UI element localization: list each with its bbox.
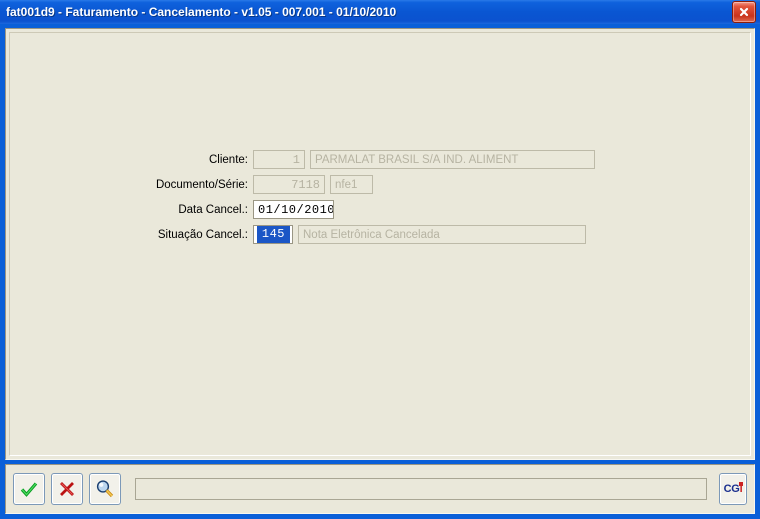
confirm-button[interactable] (13, 473, 45, 505)
cgi-logo: CGi (723, 482, 744, 495)
cgi-logo-dot (739, 482, 744, 486)
label-situacao-cancel: Situação Cancel.: (157, 228, 248, 241)
input-situacao-codigo[interactable]: 145 (253, 225, 293, 244)
main-panel-inner: Cliente: 1 PARMALAT BRASIL S/A IND. ALIM… (9, 32, 751, 456)
cancel-button[interactable] (51, 473, 83, 505)
input-situacao-descricao: Nota Eletrônica Cancelada (298, 225, 586, 244)
input-documento-serie[interactable]: nfe1 (330, 175, 373, 194)
search-button[interactable] (89, 473, 121, 505)
window-title: fat001d9 - Faturamento - Cancelamento - … (6, 5, 397, 19)
close-button[interactable] (732, 1, 756, 23)
window-body: Cliente: 1 PARMALAT BRASIL S/A IND. ALIM… (0, 24, 760, 519)
cgi-brand-button[interactable]: CGi (719, 473, 747, 505)
form-row-documento: Documento/Série: 7118 nfe1 (10, 172, 750, 197)
x-icon (57, 479, 77, 499)
input-data-cancel[interactable]: 01/10/2010 (253, 200, 334, 219)
label-data-cancel: Data Cancel.: (178, 203, 248, 216)
main-panel: Cliente: 1 PARMALAT BRASIL S/A IND. ALIM… (5, 28, 755, 460)
label-cliente: Cliente: (209, 153, 248, 166)
input-documento-numero[interactable]: 7118 (253, 175, 325, 194)
cgi-logo-cg: CG (723, 483, 740, 495)
magnifier-icon (95, 479, 115, 499)
check-icon (19, 479, 39, 499)
form-row-data-cancel: Data Cancel.: 01/10/2010 (10, 197, 750, 222)
application-window: fat001d9 - Faturamento - Cancelamento - … (0, 0, 760, 519)
input-cliente-nome: PARMALAT BRASIL S/A IND. ALIMENT (310, 150, 595, 169)
form-row-situacao-cancel: Situação Cancel.: 145 Nota Eletrônica Ca… (10, 222, 750, 247)
label-documento-serie: Documento/Série: (155, 178, 248, 191)
situacao-codigo-selected-text: 145 (256, 226, 290, 243)
input-cliente-codigo[interactable]: 1 (253, 150, 305, 169)
title-bar[interactable]: fat001d9 - Faturamento - Cancelamento - … (0, 0, 760, 24)
status-message-field[interactable] (135, 478, 707, 500)
bottom-toolbar: CGi (5, 464, 755, 514)
close-icon (738, 6, 750, 18)
cancellation-form: Cliente: 1 PARMALAT BRASIL S/A IND. ALIM… (10, 147, 750, 247)
form-row-cliente: Cliente: 1 PARMALAT BRASIL S/A IND. ALIM… (10, 147, 750, 172)
